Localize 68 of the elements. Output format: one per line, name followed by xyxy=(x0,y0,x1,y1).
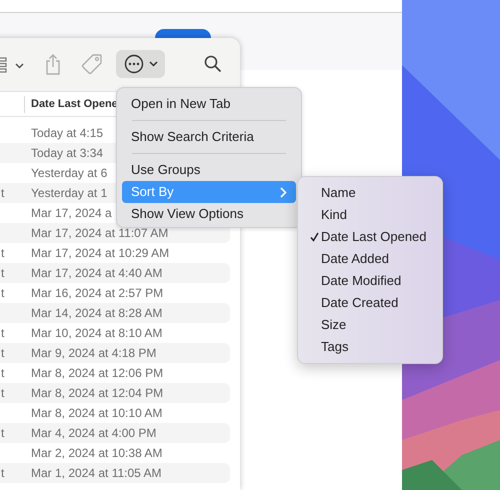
table-cell-text: Mar 9, 2024 at 4:18 PM xyxy=(31,345,156,362)
chevron-right-icon xyxy=(280,186,287,198)
table-cell-text: Yesterday at 6 xyxy=(31,165,108,182)
menu-item-label: Open in New Tab xyxy=(131,95,230,114)
table-cell-text: Mar 10, 2024 at 8:10 AM xyxy=(31,325,162,342)
menu-item[interactable]: Sort By xyxy=(122,181,296,203)
menu-item-label: Date Last Opened xyxy=(321,228,427,246)
table-cell-text: Today at 4:15 xyxy=(31,125,104,142)
menu-item[interactable]: Kind xyxy=(303,204,437,226)
table-cell-text: t xyxy=(1,425,4,442)
menu-item[interactable]: Date Last Opened xyxy=(303,226,437,248)
menu-item-label: Use Groups xyxy=(131,161,200,180)
table-row[interactable]: t Mar 9, 2024 at 4:18 PM xyxy=(0,343,230,363)
table-cell-text: Mar 17, 2024 a xyxy=(31,205,112,222)
menu-item-label: Size xyxy=(321,316,346,334)
menu-item[interactable]: Open in New Tab xyxy=(122,93,296,115)
table-cell-text: Mar 8, 2024 at 12:06 PM xyxy=(31,365,164,382)
menu-item[interactable]: Use Groups xyxy=(122,159,296,181)
menu-item[interactable]: Name xyxy=(303,182,437,204)
chevron-down-icon xyxy=(148,61,158,67)
menu-item-label: Date Modified xyxy=(321,272,402,290)
menu-item[interactable]: Date Added xyxy=(303,248,437,270)
column-header[interactable]: Date Last Opene xyxy=(31,96,118,112)
menu-item-label: Show View Options xyxy=(131,205,244,224)
menu-item-label: Sort By xyxy=(131,183,174,202)
table-cell-text: t xyxy=(1,325,4,342)
table-cell-text: t xyxy=(1,385,4,402)
ellipsis-icon xyxy=(124,54,144,74)
table-cell-text: Mar 8, 2024 at 10:10 AM xyxy=(31,405,162,422)
table-row[interactable]: t Mar 8, 2024 at 12:04 PM xyxy=(0,383,230,403)
menu-item[interactable]: Show Search Criteria xyxy=(122,126,296,148)
table-cell-text: t xyxy=(1,185,4,202)
table-cell-text: t xyxy=(1,465,4,482)
table-row[interactable]: t Mar 4, 2024 at 4:00 PM xyxy=(0,423,230,443)
table-cell-text: Yesterday at 1 xyxy=(31,185,108,202)
search-icon[interactable] xyxy=(204,55,222,73)
menu-item-label: Tags xyxy=(321,338,348,356)
menu-item[interactable]: Date Modified xyxy=(303,270,437,292)
table-row[interactable]: Mar 14, 2024 at 8:28 AM xyxy=(0,303,230,323)
table-cell-text: Mar 1, 2024 at 11:05 AM xyxy=(31,465,162,482)
menu-item-label: Date Created xyxy=(321,294,398,312)
table-cell-text: Mar 17, 2024 at 10:29 AM xyxy=(31,245,170,262)
table-cell-text: Mar 17, 2024 at 4:40 AM xyxy=(31,265,162,282)
menu-item[interactable]: Size xyxy=(303,314,437,336)
table-cell-text: t xyxy=(1,285,4,302)
table-cell-text: Mar 4, 2024 at 4:00 PM xyxy=(31,425,156,442)
chevron-down-icon[interactable] xyxy=(15,63,24,69)
menu-item[interactable]: Tags xyxy=(303,336,437,358)
table-cell-text: t xyxy=(1,265,4,282)
menu-item-label: Kind xyxy=(321,206,348,224)
table-cell-text: t xyxy=(1,345,4,362)
table-cell-text: Mar 2, 2024 at 10:38 AM xyxy=(31,445,162,462)
table-cell-text: Mar 16, 2024 at 2:57 PM xyxy=(31,285,164,302)
menu-item[interactable]: Date Created xyxy=(303,292,437,314)
table-cell-text: Mar 17, 2024 at 11:07 AM xyxy=(31,225,168,242)
table-row[interactable]: t Mar 1, 2024 at 11:05 AM xyxy=(0,463,230,483)
table-cell-text: Today at 3:34 xyxy=(31,145,104,162)
menu-item-label: Show Search Criteria xyxy=(131,128,254,146)
partly-hidden-button[interactable] xyxy=(155,29,211,38)
table-cell-text: Mar 8, 2024 at 12:04 PM xyxy=(31,385,164,402)
menu-item-label: Date Added xyxy=(321,250,389,268)
table-row[interactable]: t Mar 17, 2024 at 4:40 AM xyxy=(0,263,230,283)
menu-item-label: Name xyxy=(321,184,356,202)
table-cell-text: t xyxy=(1,365,4,382)
table-cell-text: t xyxy=(1,245,4,262)
more-button[interactable] xyxy=(116,50,165,78)
menu-item[interactable]: Show View Options xyxy=(122,203,296,225)
table-cell-text: Mar 14, 2024 at 8:28 AM xyxy=(31,305,162,322)
